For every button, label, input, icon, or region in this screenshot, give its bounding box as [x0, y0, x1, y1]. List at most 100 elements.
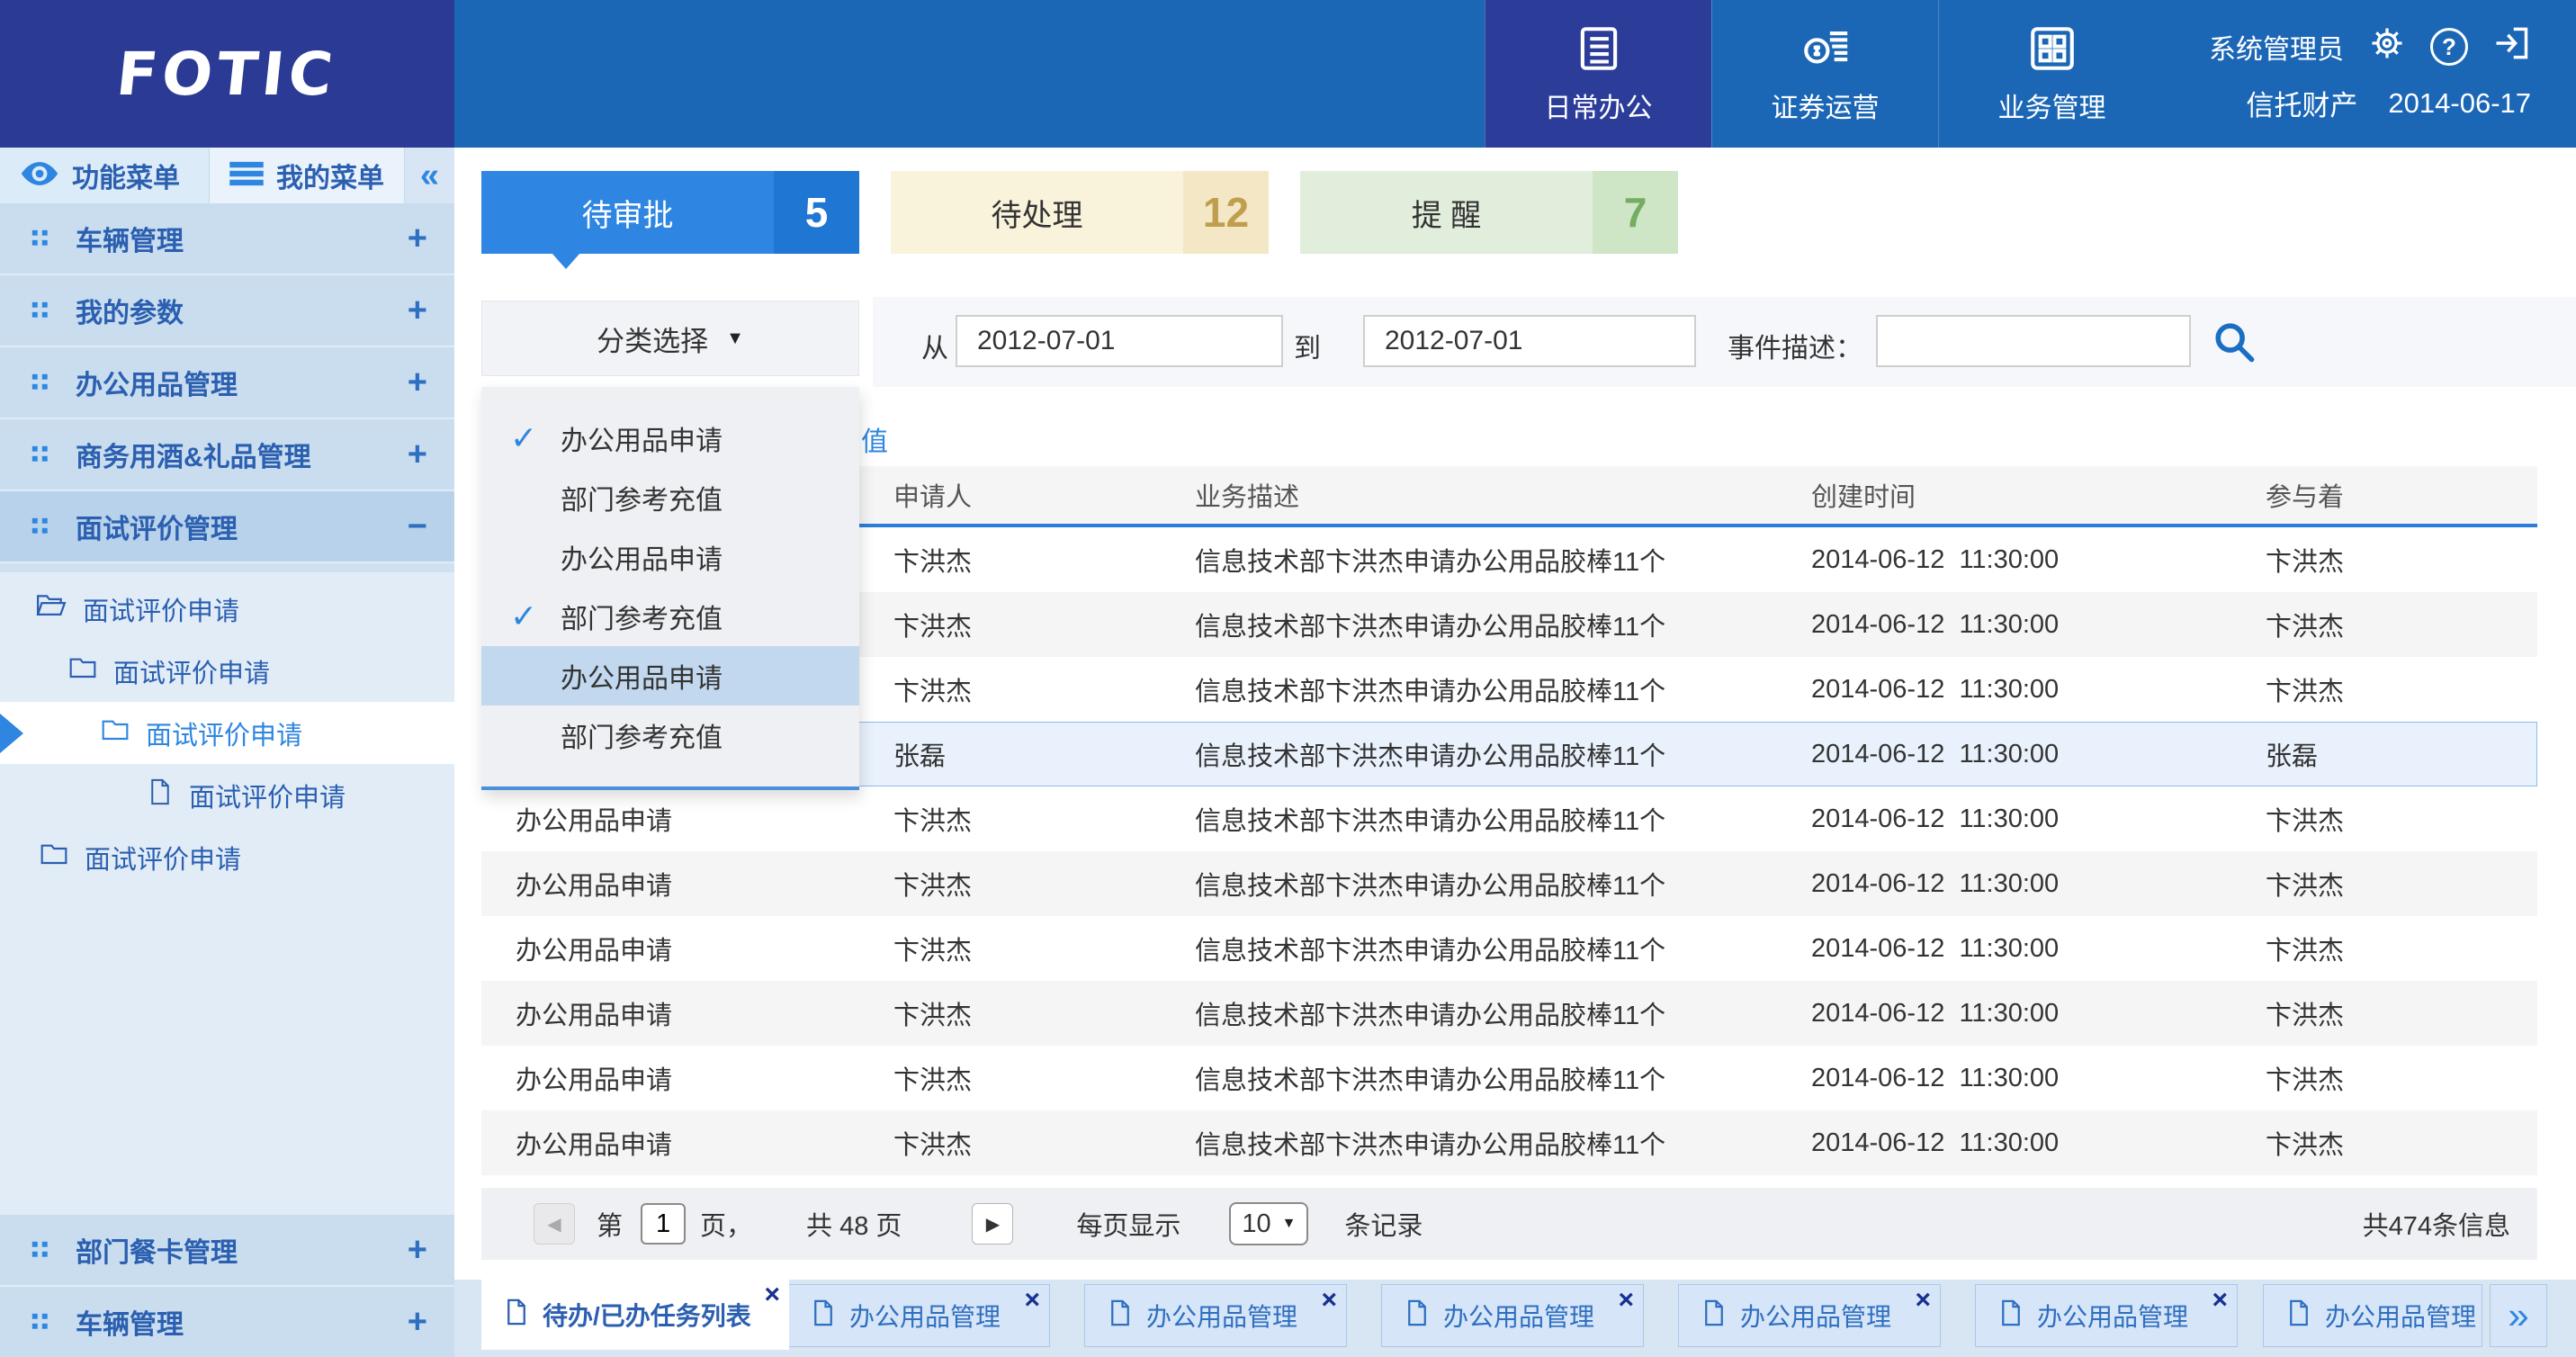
expand-icon[interactable]: +	[408, 436, 427, 474]
dropdown-option-label: 部门参考充值	[561, 478, 723, 517]
sidebar-item-wine-gifts[interactable]: 商务用酒&礼品管理 +	[0, 419, 454, 491]
close-icon[interactable]: ×	[2212, 1287, 2228, 1314]
cell-description: 信息技术部卞洪杰申请办公用品胶棒11个	[1161, 1124, 1777, 1162]
dropdown-option-label: 部门参考充值	[561, 597, 723, 636]
event-desc-input[interactable]	[1876, 315, 2191, 367]
close-icon[interactable]: ×	[764, 1281, 780, 1308]
doc-tab-label: 办公用品管理	[2037, 1298, 2188, 1334]
doc-tab-office-supplies[interactable]: 办公用品管理 ×	[1678, 1284, 1941, 1347]
sidebar-item-meal-card[interactable]: 部门餐卡管理 +	[0, 1215, 454, 1287]
cell-applicant: 卞洪杰	[859, 1059, 1161, 1097]
card-pending-approval[interactable]: 待审批 5	[481, 171, 859, 254]
table-row[interactable]: 办公用品申请 卞洪杰 信息技术部卞洪杰申请办公用品胶棒11个 2014-06-1…	[481, 916, 2537, 981]
dropdown-option[interactable]: ✓ 办公用品申请	[481, 409, 859, 468]
card-label: 待处理	[891, 171, 1183, 254]
tree-item-interview-request[interactable]: 面试评价申请	[0, 578, 454, 640]
check-icon: ✓	[510, 419, 537, 457]
dropdown-option-label: 办公用品申请	[561, 537, 723, 577]
doc-tab-task-list[interactable]: 待办/已办任务列表 ×	[481, 1280, 789, 1350]
cell-participant: 张磊	[2231, 735, 2537, 773]
expand-icon[interactable]: +	[408, 364, 427, 402]
date-from-input[interactable]	[956, 315, 1283, 367]
nav-daily-office[interactable]: 日常办公	[1485, 0, 1711, 148]
prev-page-icon[interactable]: ◀	[534, 1203, 575, 1245]
sidebar-collapse-button[interactable]: «	[405, 148, 454, 203]
tree-item-interview-request[interactable]: 面试评价申请	[0, 764, 454, 826]
close-icon[interactable]: ×	[1618, 1287, 1634, 1314]
cell-type: 办公用品申请	[481, 1124, 859, 1162]
collapse-minus-icon[interactable]: −	[408, 508, 427, 546]
org-name[interactable]: 信托财产	[2246, 83, 2357, 123]
table-row[interactable]: 办公用品申请 卞洪杰 信息技术部卞洪杰申请办公用品胶棒11个 2014-06-1…	[481, 1110, 2537, 1175]
cell-applicant: 张磊	[859, 735, 1161, 773]
dropdown-option-label: 办公用品申请	[561, 418, 723, 458]
nav-securities-ops[interactable]: 证券运营	[1711, 0, 1938, 148]
table-row[interactable]: 办公用品申请 卞洪杰 信息技术部卞洪杰申请办公用品胶棒11个 2014-06-1…	[481, 981, 2537, 1046]
help-icon[interactable]: ?	[2430, 28, 2468, 66]
sidebar-item-office-supplies[interactable]: 办公用品管理 +	[0, 347, 454, 419]
close-icon[interactable]: ×	[1024, 1287, 1040, 1314]
drag-dots-icon	[31, 373, 50, 392]
sidebar-item-my-params[interactable]: 我的参数 +	[0, 275, 454, 347]
search-icon[interactable]	[2211, 319, 2257, 365]
page-number-input[interactable]	[641, 1203, 686, 1245]
tree-item-interview-request-selected[interactable]: 面试评价申请	[0, 702, 454, 764]
document-tabbar: 待办/已办任务列表 × 办公用品管理 × 办公用品管理 × 办公用品管理 × 办…	[454, 1280, 2576, 1357]
card-reminders[interactable]: 提 醒 7	[1300, 171, 1678, 254]
doc-tab-label: 待办/已办任务列表	[543, 1297, 751, 1333]
folder-open-icon	[36, 592, 67, 626]
doc-tab-office-supplies[interactable]: 办公用品管理 ×	[1381, 1284, 1644, 1347]
cell-applicant: 卞洪杰	[859, 930, 1161, 967]
category-select[interactable]: 分类选择 ▼	[481, 301, 859, 376]
expand-icon[interactable]: +	[408, 1303, 427, 1342]
dropdown-option[interactable]: ✓ 部门参考充值	[481, 587, 859, 646]
event-desc-label: 事件描述：	[1728, 326, 1862, 365]
main-content: 待审批 5 待处理 12 提 醒 7 分类选择 ▼ 从 到 事件描述： ✓ 办公…	[454, 148, 2576, 1357]
dropdown-option[interactable]: 部门参考充值	[481, 705, 859, 765]
tab-overflow-icon[interactable]: »	[2490, 1284, 2547, 1347]
close-icon[interactable]: ×	[1321, 1287, 1337, 1314]
gear-icon[interactable]	[2367, 23, 2407, 70]
per-page-select[interactable]: 10 ▼	[1229, 1202, 1308, 1245]
expand-icon[interactable]: +	[408, 220, 427, 258]
card-pending-process[interactable]: 待处理 12	[891, 171, 1269, 254]
logout-icon[interactable]	[2491, 23, 2531, 70]
table-row[interactable]: 办公用品申请 卞洪杰 信息技术部卞洪杰申请办公用品胶棒11个 2014-06-1…	[481, 786, 2537, 851]
tree-item-interview-request[interactable]: 面试评价申请	[0, 640, 454, 702]
next-page-icon[interactable]: ▶	[972, 1203, 1013, 1245]
doc-tab-office-supplies[interactable]: 办公用品管理	[2263, 1284, 2482, 1347]
sidebar-item-vehicle-mgmt[interactable]: 车辆管理 +	[0, 203, 454, 275]
category-select-label: 分类选择	[597, 319, 708, 359]
doc-tab-office-supplies[interactable]: 办公用品管理 ×	[1975, 1284, 2238, 1347]
dropdown-option[interactable]: 部门参考充值	[481, 468, 859, 527]
column-header-description: 业务描述	[1161, 476, 1777, 514]
doc-tab-office-supplies[interactable]: 办公用品管理 ×	[1084, 1284, 1347, 1347]
date-from-label: 从	[921, 326, 948, 365]
close-icon[interactable]: ×	[1915, 1287, 1931, 1314]
doc-tab-office-supplies[interactable]: 办公用品管理 ×	[787, 1284, 1050, 1347]
dropdown-option[interactable]: 办公用品申请	[481, 527, 859, 587]
tree-item-label: 面试评价申请	[113, 652, 270, 690]
dropdown-option-highlighted[interactable]: 办公用品申请	[481, 646, 859, 705]
column-header-created: 创建时间	[1777, 476, 2231, 514]
cell-description: 信息技术部卞洪杰申请办公用品胶棒11个	[1161, 735, 1777, 773]
sidebar-item-vehicle-mgmt-2[interactable]: 车辆管理 +	[0, 1287, 454, 1357]
sidebar-bottom-menu: 部门餐卡管理 + 车辆管理 +	[0, 1215, 454, 1357]
tab-my-menu[interactable]: 我的菜单	[209, 148, 405, 203]
tree-item-interview-request[interactable]: 面试评价申请	[0, 826, 454, 888]
nav-business-mgmt[interactable]: 业务管理	[1938, 0, 2165, 148]
tab-function-menu[interactable]: 功能菜单	[0, 148, 209, 203]
expand-icon[interactable]: +	[408, 292, 427, 330]
doc-tab-label: 办公用品管理	[849, 1298, 1001, 1334]
cell-description: 信息技术部卞洪杰申请办公用品胶棒11个	[1161, 606, 1777, 643]
sidebar-item-interview-eval[interactable]: 面试评价管理 −	[0, 491, 454, 563]
column-header-participant: 参与着	[2231, 476, 2537, 514]
expand-icon[interactable]: +	[408, 1231, 427, 1270]
cell-description: 信息技术部卞洪杰申请办公用品胶棒11个	[1161, 670, 1777, 708]
file-icon	[505, 1299, 528, 1332]
cell-participant: 卞洪杰	[2231, 1059, 2537, 1097]
table-row[interactable]: 办公用品申请 卞洪杰 信息技术部卞洪杰申请办公用品胶棒11个 2014-06-1…	[481, 851, 2537, 916]
date-to-input[interactable]	[1363, 315, 1696, 367]
table-row[interactable]: 办公用品申请 卞洪杰 信息技术部卞洪杰申请办公用品胶棒11个 2014-06-1…	[481, 1046, 2537, 1110]
card-count-badge: 7	[1593, 171, 1678, 254]
